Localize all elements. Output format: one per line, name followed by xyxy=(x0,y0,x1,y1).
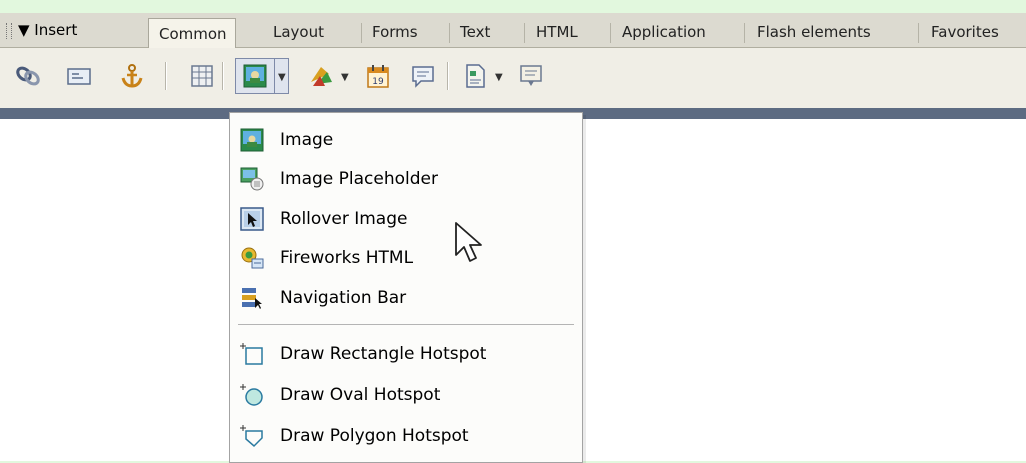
menu-item-rollover-image[interactable]: Rollover Image xyxy=(230,201,580,237)
menu-item-draw-oval-hotspot[interactable]: Draw Oval Hotspot xyxy=(230,377,580,413)
template-dropdown-arrow-icon[interactable]: ▼ xyxy=(495,72,503,83)
navigation-bar-icon xyxy=(240,286,264,310)
tab-common[interactable]: Common xyxy=(148,18,236,48)
menu-item-draw-rectangle-hotspot[interactable]: Draw Rectangle Hotspot xyxy=(230,336,580,372)
tab-flash-elements[interactable]: Flash elements xyxy=(757,23,871,41)
tag-chooser-icon[interactable] xyxy=(517,62,545,90)
menu-item-image[interactable]: Image xyxy=(230,122,580,158)
menu-item-label: Navigation Bar xyxy=(280,288,407,308)
image-icon xyxy=(240,128,264,152)
image-placeholder-icon xyxy=(240,167,264,191)
menu-item-label: Rollover Image xyxy=(280,209,408,229)
comment-icon[interactable] xyxy=(409,62,437,90)
menu-item-label: Image Placeholder xyxy=(280,169,438,189)
table-icon[interactable] xyxy=(188,62,216,90)
menu-item-label: Fireworks HTML xyxy=(280,248,414,268)
menu-item-draw-polygon-hotspot[interactable]: Draw Polygon Hotspot xyxy=(230,418,580,454)
image-dropdown-arrow-icon[interactable]: ▼ xyxy=(278,72,286,83)
menu-item-label: Draw Polygon Hotspot xyxy=(280,426,469,446)
panel-grip-handle[interactable] xyxy=(6,23,12,39)
menu-separator xyxy=(238,324,574,325)
toolbar-separator xyxy=(165,62,167,90)
template-icon[interactable] xyxy=(461,62,489,90)
hyperlink-icon[interactable] xyxy=(14,62,42,90)
menu-item-label: Draw Rectangle Hotspot xyxy=(280,344,487,364)
media-dropdown-arrow-icon[interactable]: ▼ xyxy=(341,72,349,83)
menu-item-label: Image xyxy=(280,130,334,150)
email-link-icon[interactable] xyxy=(65,62,93,90)
polygon-hotspot-icon xyxy=(240,424,264,448)
tab-text[interactable]: Text xyxy=(460,23,490,41)
menu-item-fireworks-html[interactable]: Fireworks HTML xyxy=(230,240,580,276)
insert-tab-bar: ▼ Insert Common Layout Forms Text HTML A… xyxy=(0,13,1026,48)
mouse-cursor-icon xyxy=(452,221,486,265)
tab-layout[interactable]: Layout xyxy=(273,23,324,41)
tab-separator xyxy=(610,23,611,43)
named-anchor-icon[interactable] xyxy=(118,62,146,90)
insert-panel: ▼ Insert Common Layout Forms Text HTML A… xyxy=(0,0,1026,463)
tab-application[interactable]: Application xyxy=(622,23,706,41)
tab-separator xyxy=(918,23,919,43)
tab-forms[interactable]: Forms xyxy=(372,23,418,41)
menu-item-image-placeholder[interactable]: Image Placeholder xyxy=(230,161,580,197)
tab-separator xyxy=(744,23,745,43)
toolbar-separator xyxy=(222,62,224,90)
tab-separator xyxy=(361,23,362,43)
image-dropdown-menu: Image Image Placeholder Rollover Image F… xyxy=(229,112,583,463)
tab-separator xyxy=(524,23,525,43)
rollover-image-icon xyxy=(240,207,264,231)
toolbar-separator xyxy=(447,62,449,90)
image-icon[interactable] xyxy=(241,62,269,90)
svg-text:19: 19 xyxy=(372,77,384,87)
tab-favorites[interactable]: Favorites xyxy=(931,23,999,41)
menu-item-navigation-bar[interactable]: Navigation Bar xyxy=(230,280,580,316)
media-icon[interactable] xyxy=(307,62,335,90)
common-toolbar: ▼ ▼ 19 ▼ xyxy=(0,48,1026,108)
rectangle-hotspot-icon xyxy=(240,342,264,366)
oval-hotspot-icon xyxy=(240,383,264,407)
image-button-divider xyxy=(274,58,275,94)
menu-item-label: Draw Oval Hotspot xyxy=(280,385,441,405)
tab-separator xyxy=(449,23,450,43)
date-icon[interactable]: 19 xyxy=(364,62,392,90)
fireworks-html-icon xyxy=(240,246,264,270)
tab-html[interactable]: HTML xyxy=(536,23,578,41)
insert-panel-title[interactable]: ▼ Insert xyxy=(18,21,77,39)
